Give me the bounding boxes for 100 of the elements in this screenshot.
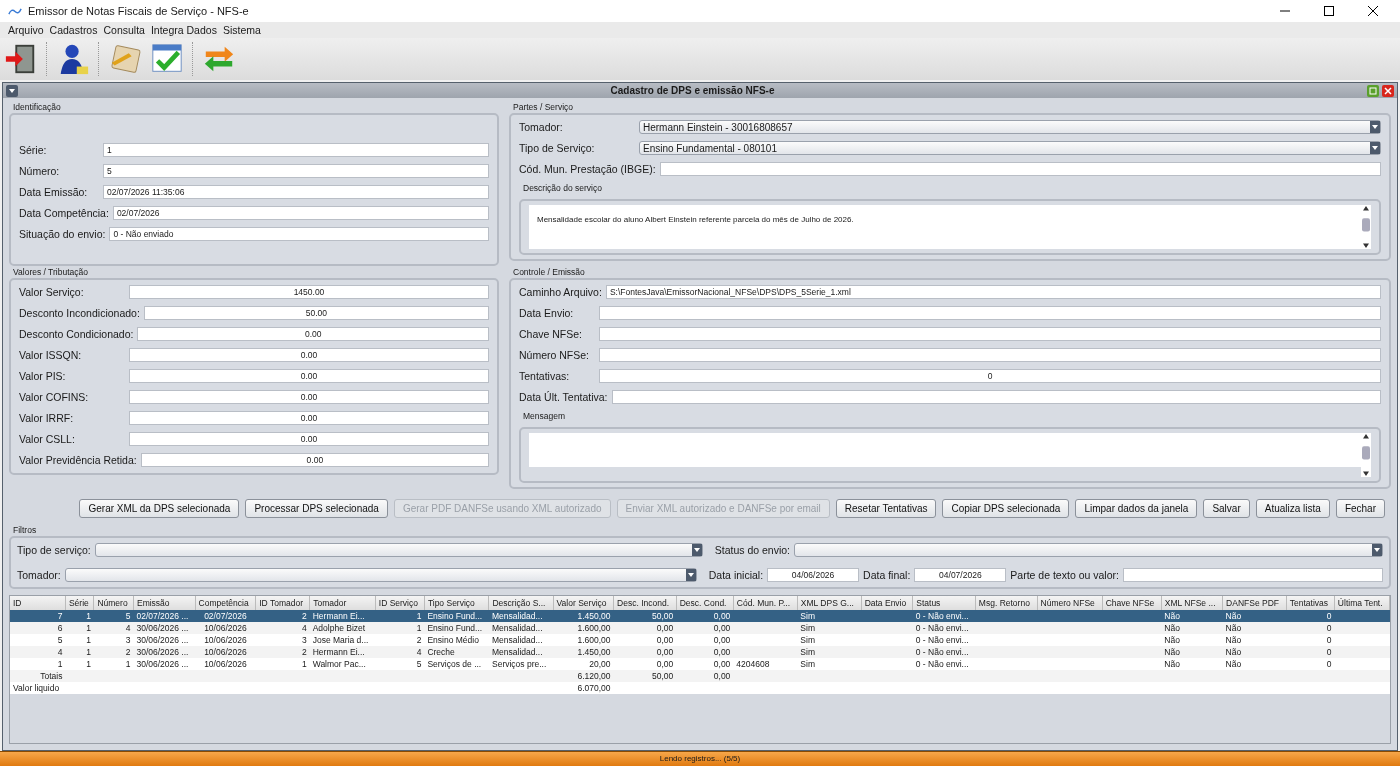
action-button[interactable]: Gerar XML da DPS selecionada	[79, 499, 240, 518]
column-header[interactable]: Tomador	[309, 596, 376, 610]
column-header[interactable]: Competência	[195, 596, 256, 610]
column-header[interactable]: ID	[10, 596, 66, 610]
field-label: Data Envio:	[519, 307, 575, 319]
action-button[interactable]: Resetar Tentativas	[835, 499, 937, 518]
caret-icon[interactable]	[1372, 544, 1382, 556]
text-field[interactable]	[659, 162, 1381, 176]
column-header[interactable]: Descrição S...	[489, 596, 554, 610]
text-field[interactable]: 0.00	[137, 327, 489, 341]
field-label: Valor CSLL:	[19, 433, 76, 445]
caret-icon[interactable]	[685, 569, 696, 581]
maximize-icon[interactable]	[1324, 6, 1334, 16]
text-field[interactable]: 0.00	[129, 390, 489, 404]
table-row[interactable]: 4 1 2 30/06/2026 ... 10/06/2026 2 Hermann Ei... 4 Creche Mensalidad... 1.450,00 0,00 0,00 Sim 0 - Não envi... Não Não 0	[10, 646, 1390, 658]
text-field[interactable]	[599, 348, 1381, 362]
dropdown[interactable]: Ensino Fundamental - 080101	[639, 141, 1381, 155]
column-header[interactable]: Série	[65, 596, 94, 610]
column-header[interactable]: Número	[93, 596, 134, 610]
table-cell: 0,00	[656, 635, 674, 645]
action-button[interactable]: Salvar	[1203, 499, 1250, 518]
date-field[interactable]: 04/06/2026	[767, 568, 860, 582]
menu-item[interactable]: Cadastros	[49, 24, 98, 36]
action-button[interactable]: Limpar dados da janela	[1075, 499, 1198, 518]
table-cell: 50,00	[651, 611, 674, 621]
field-label: Desconto Condicionado:	[19, 328, 134, 340]
caret-icon[interactable]	[1370, 121, 1380, 133]
text-field[interactable]: S:\FontesJava\EmissorNacional_NFSe\DPS\DPS_5Serie_1.xml	[605, 285, 1381, 299]
column-header[interactable]: Data Envio	[861, 596, 913, 610]
column-header[interactable]: Número NFSe	[1037, 596, 1103, 610]
scrollbar[interactable]	[1361, 433, 1371, 477]
table-cell: Hermann Ei...	[312, 647, 365, 657]
column-header[interactable]: Chave NFSe	[1102, 596, 1162, 610]
action-button[interactable]: Copiar DPS selecionada	[942, 499, 1070, 518]
column-header[interactable]: Status	[912, 596, 976, 610]
column-header[interactable]: DANFSe PDF	[1222, 596, 1287, 610]
scrollbar[interactable]	[1361, 205, 1371, 249]
text-field[interactable]: 5	[103, 164, 489, 178]
table-cell: 6.070,00	[577, 683, 611, 693]
text-area[interactable]: Mensalidade escolar do aluno Albert Einstein referente parcela do mês de Julho de 2026.	[529, 205, 1361, 249]
text-field[interactable]	[599, 327, 1381, 341]
column-header[interactable]: Última Tent.	[1334, 596, 1390, 610]
text-field[interactable]	[1122, 568, 1383, 582]
text-field[interactable]: 0.00	[129, 369, 489, 383]
close-icon[interactable]	[1368, 6, 1378, 16]
table-cell: 0 - Não envi...	[915, 659, 969, 669]
table-row[interactable]: 7 1 5 02/07/2026 ... 02/07/2026 2 Hermann Ei... 1 Ensino Fund... Mensalidad... 1.450,00 50,00 0,00 Sim 0 - Não envi... Não Não 0	[10, 610, 1390, 622]
caret-icon[interactable]	[691, 544, 702, 556]
column-header[interactable]: Tentativas	[1286, 596, 1335, 610]
column-header[interactable]: Valor Serviço	[553, 596, 614, 610]
text-field[interactable]: 0.00	[140, 453, 489, 467]
text-field[interactable]: 02/07/2026	[112, 206, 489, 220]
caret-icon[interactable]	[1370, 142, 1380, 154]
text-field[interactable]: 1	[103, 143, 489, 157]
field-label: Parte de texto ou valor:	[1010, 569, 1119, 581]
text-field[interactable]: 0.00	[129, 348, 489, 362]
column-header[interactable]: Tipo Serviço	[424, 596, 489, 610]
table-row[interactable]: 6 1 4 30/06/2026 ... 10/06/2026 4 Adolphe Bizet 1 Ensino Fund... Mensalidad... 1.600,00 0,00 0,00 Sim 0 - Não envi... Não Não 0	[10, 622, 1390, 634]
table-cell: Sim	[800, 611, 815, 621]
action-button[interactable]: Processar DPS selecionada	[245, 499, 388, 518]
column-header[interactable]: XML NFSe ...	[1161, 596, 1223, 610]
group-title: Identificação	[12, 101, 62, 113]
table-cell: 30/06/2026 ...	[136, 647, 189, 657]
column-header[interactable]: Msg. Retorno	[975, 596, 1037, 610]
menu-item[interactable]: Integra Dados	[150, 24, 217, 36]
dropdown[interactable]: Hermann Einstein - 30016808657	[639, 120, 1381, 134]
table-cell: 0,00	[713, 611, 731, 621]
text-field[interactable]: 0 - Não enviado	[109, 227, 489, 241]
text-field[interactable]: 02/07/2026 11:35:06	[103, 185, 489, 199]
column-header[interactable]: Cód. Mun. P...	[733, 596, 798, 610]
action-button[interactable]: Fechar	[1335, 499, 1385, 518]
table-cell: 10/06/2026	[204, 647, 247, 657]
table-row[interactable]: 1 1 1 30/06/2026 ... 10/06/2026 1 Walmor Pac... 5 Serviços de ... Serviços pre... 20,00 0,00 0,00 4204608 Sim 0 - Não envi... Não Não 0	[10, 658, 1390, 670]
table-row[interactable]: 5 1 3 30/06/2026 ... 10/06/2026 3 Jose Maria d... 2 Ensino Médio Mensalidad... 1.600,00 0,00 0,00 Sim 0 - Não envi... Não Não 0	[10, 634, 1390, 646]
text-field[interactable]: 50.00	[143, 306, 489, 320]
action-button[interactable]: Atualiza lista	[1255, 499, 1330, 518]
text-field[interactable]: 0	[599, 369, 1381, 383]
text-field[interactable]: 0.00	[129, 432, 489, 446]
table-cell: 5	[125, 611, 131, 621]
table-cell: Sim	[800, 647, 815, 657]
collapse-icon[interactable]	[6, 84, 18, 97]
date-field[interactable]: 04/07/2026	[914, 568, 1007, 582]
table-cell: 1	[86, 635, 91, 645]
text-field[interactable]: 0.00	[129, 411, 489, 425]
column-header[interactable]: Emissão	[133, 596, 196, 610]
notebook-icon[interactable]	[108, 42, 142, 76]
table-cell: 0 - Não envi...	[915, 635, 969, 645]
column-header[interactable]: Desc. Cond.	[676, 596, 734, 610]
column-header[interactable]: XML DPS G...	[797, 596, 862, 610]
menu-item[interactable]: Sistema	[222, 24, 261, 36]
table-cell: 0,00	[713, 671, 731, 681]
column-header[interactable]: ID Serviço	[375, 596, 425, 610]
text-field[interactable]	[611, 390, 1381, 404]
menu-item[interactable]: Consulta	[103, 24, 145, 36]
table-cell: Não	[1225, 611, 1242, 621]
column-header[interactable]: Desc. Incond.	[613, 596, 677, 610]
text-field[interactable]: 1450.00	[129, 285, 489, 299]
menu-item[interactable]: Arquivo	[8, 24, 44, 36]
column-header[interactable]: ID Tomador	[255, 596, 310, 610]
text-field[interactable]	[599, 306, 1381, 320]
